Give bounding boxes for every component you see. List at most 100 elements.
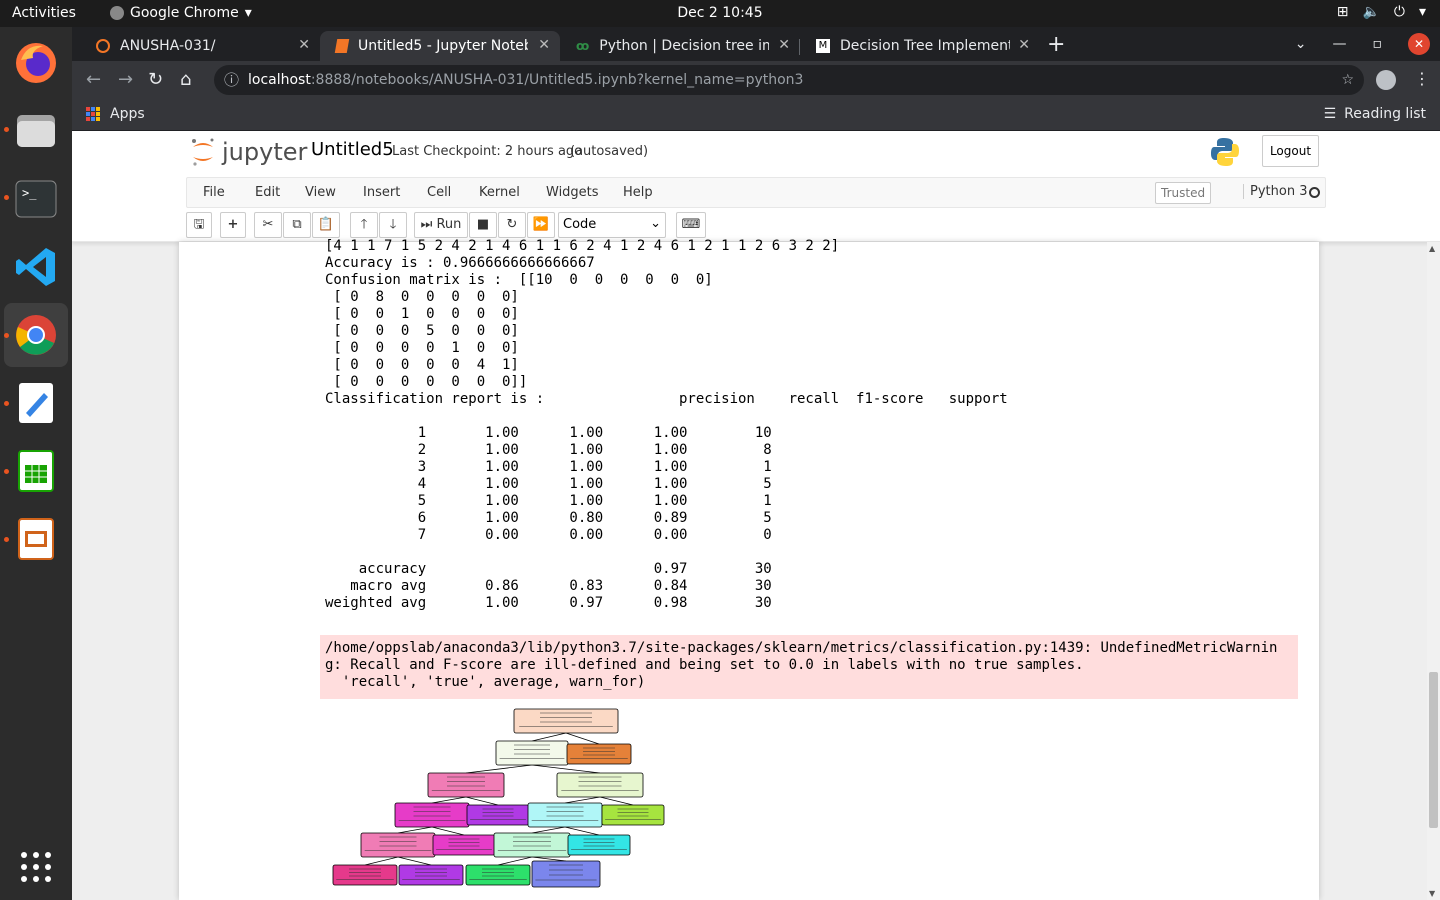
- close-tab-icon[interactable]: ✕: [298, 37, 310, 53]
- presentation-icon: [18, 518, 54, 560]
- tree-node: [398, 864, 464, 886]
- menu-view[interactable]: View: [305, 185, 336, 200]
- dock-files[interactable]: [4, 99, 68, 163]
- reading-list-button[interactable]: ☰ Reading list: [1324, 106, 1426, 122]
- app-menu[interactable]: Google Chrome ▾: [110, 5, 252, 21]
- caret-down-icon: ▾: [1418, 4, 1426, 20]
- scroll-up-icon[interactable]: ▲: [1429, 244, 1435, 253]
- command-palette-icon[interactable]: ⌨: [676, 212, 706, 238]
- scrollbar-thumb[interactable]: [1429, 672, 1438, 828]
- close-tab-icon[interactable]: ✕: [778, 37, 790, 53]
- dock-vscode[interactable]: [4, 235, 68, 299]
- save-icon[interactable]: 🖫: [186, 212, 212, 238]
- output-line: [ 0 0 0 0 1 0 0]: [325, 340, 519, 356]
- tree-node: [527, 802, 603, 828]
- copy-icon[interactable]: ⧉: [283, 212, 311, 238]
- output-line: Classification report is : precision rec…: [325, 391, 1008, 407]
- tab-search-icon[interactable]: ⌄: [1295, 36, 1307, 52]
- menu-help[interactable]: Help: [623, 185, 653, 200]
- show-applications-button[interactable]: [4, 835, 68, 899]
- restart-run-all-icon[interactable]: ⏩: [527, 212, 555, 238]
- notebook-container: [4 1 1 7 1 5 2 4 2 1 4 6 1 1 6 2 4 1 2 4…: [179, 238, 1319, 900]
- menu-kernel[interactable]: Kernel: [479, 185, 520, 200]
- maximize-icon[interactable]: ▫: [1373, 36, 1383, 52]
- menu-kebab-icon[interactable]: ⋮: [1414, 69, 1430, 88]
- back-icon[interactable]: ←: [86, 69, 101, 90]
- checkpoint-status: Last Checkpoint: 2 hours ago: [392, 144, 583, 159]
- new-tab-button[interactable]: +: [1047, 32, 1065, 57]
- python-logo-icon: [1211, 138, 1239, 166]
- reading-list-icon: ☰: [1323, 106, 1337, 122]
- gfg-icon: ꝏ: [576, 39, 590, 53]
- tree-node: [360, 832, 436, 858]
- dock-terminal[interactable]: >_: [4, 167, 68, 231]
- menu-cell[interactable]: Cell: [427, 185, 451, 200]
- cut-icon[interactable]: ✂: [254, 212, 282, 238]
- minimize-icon[interactable]: —: [1333, 36, 1347, 52]
- cell-type-value: Code: [563, 217, 597, 232]
- kernel-name[interactable]: Python 3: [1243, 184, 1307, 199]
- trusted-indicator[interactable]: Trusted: [1155, 182, 1212, 204]
- dock-chrome[interactable]: [4, 303, 68, 367]
- tree-node: [394, 802, 470, 828]
- address-bar[interactable]: ⓘ localhost:8888/notebooks/ANUSHA-031/Un…: [214, 65, 1364, 95]
- caret-down-icon: ▾: [244, 5, 252, 21]
- close-tab-icon[interactable]: ✕: [1018, 37, 1030, 53]
- tab-decision-tree[interactable]: M Decision Tree Implementa ✕: [800, 31, 1040, 61]
- dock-text-editor[interactable]: [4, 371, 68, 435]
- forward-icon[interactable]: →: [118, 69, 133, 90]
- notebook-name[interactable]: Untitled5: [311, 139, 394, 160]
- jupyter-logo-icon: [192, 138, 214, 166]
- reload-icon[interactable]: ↻: [148, 69, 163, 90]
- close-tab-icon[interactable]: ✕: [538, 37, 550, 53]
- medium-icon: M: [816, 39, 830, 53]
- menu-file[interactable]: File: [203, 185, 225, 200]
- site-info-icon[interactable]: ⓘ: [224, 65, 239, 95]
- tree-edge: [397, 826, 433, 834]
- logout-button[interactable]: Logout: [1262, 135, 1319, 167]
- apps-shortcut[interactable]: Apps: [86, 106, 145, 122]
- tab-anusha[interactable]: ANUSHA-031/ ✕: [80, 31, 320, 61]
- output-line: [ 0 0 0 5 0 0 0]: [325, 323, 519, 339]
- activities-button[interactable]: Activities: [12, 5, 76, 21]
- interrupt-icon[interactable]: ■: [469, 212, 497, 238]
- vscode-icon: [16, 248, 55, 286]
- restart-icon[interactable]: ↻: [498, 212, 526, 238]
- cell-type-select[interactable]: Code ⌄: [558, 212, 666, 238]
- run-button[interactable]: ⏭ Run: [414, 212, 468, 238]
- decision-tree-plot: [332, 708, 665, 888]
- system-tray[interactable]: ⊞ 🔈 ⏻ ▾: [1337, 4, 1426, 20]
- apps-grid-icon: [86, 107, 100, 121]
- notebook-menubar: File Edit View Insert Cell Kernel Widget…: [186, 177, 1326, 208]
- move-down-icon[interactable]: 🡓: [379, 212, 407, 238]
- menu-edit[interactable]: Edit: [255, 185, 280, 200]
- scroll-down-icon[interactable]: ▼: [1429, 889, 1435, 898]
- chrome-icon: [16, 315, 56, 355]
- move-up-icon[interactable]: 🡑: [350, 212, 378, 238]
- jupyter-header: jupyter Untitled5 Last Checkpoint: 2 hou…: [72, 131, 1440, 242]
- profile-avatar-icon[interactable]: [1376, 70, 1396, 90]
- page-scrollbar[interactable]: ▲ ▼: [1427, 242, 1440, 900]
- home-icon[interactable]: ⌂: [180, 69, 191, 90]
- tree-node: [427, 772, 505, 798]
- output-line: 4 1.00 1.00 1.00 5: [325, 476, 772, 492]
- dock-firefox[interactable]: [4, 31, 68, 95]
- menu-widgets[interactable]: Widgets: [546, 185, 599, 200]
- output-line: 6 1.00 0.80 0.89 5: [325, 510, 772, 526]
- tab-gfg[interactable]: ꝏ Python | Decision tree imp ✕: [560, 31, 800, 61]
- tree-edge: [599, 796, 634, 806]
- close-window-icon[interactable]: ✕: [1408, 33, 1430, 55]
- tab-untitled5[interactable]: Untitled5 - Jupyter Noteb ✕: [320, 31, 560, 61]
- menu-insert[interactable]: Insert: [363, 185, 400, 200]
- insert-cell-icon[interactable]: +: [220, 212, 246, 238]
- terminal-icon: >_: [15, 180, 57, 218]
- bookmark-star-icon[interactable]: ☆: [1341, 65, 1354, 95]
- dock-impress[interactable]: [4, 507, 68, 571]
- reading-list-label: Reading list: [1344, 106, 1426, 122]
- dock-calc[interactable]: [4, 439, 68, 503]
- jupyter-logo[interactable]: jupyter: [190, 137, 307, 167]
- tree-node: [465, 864, 531, 886]
- paste-icon[interactable]: 📋: [312, 212, 340, 238]
